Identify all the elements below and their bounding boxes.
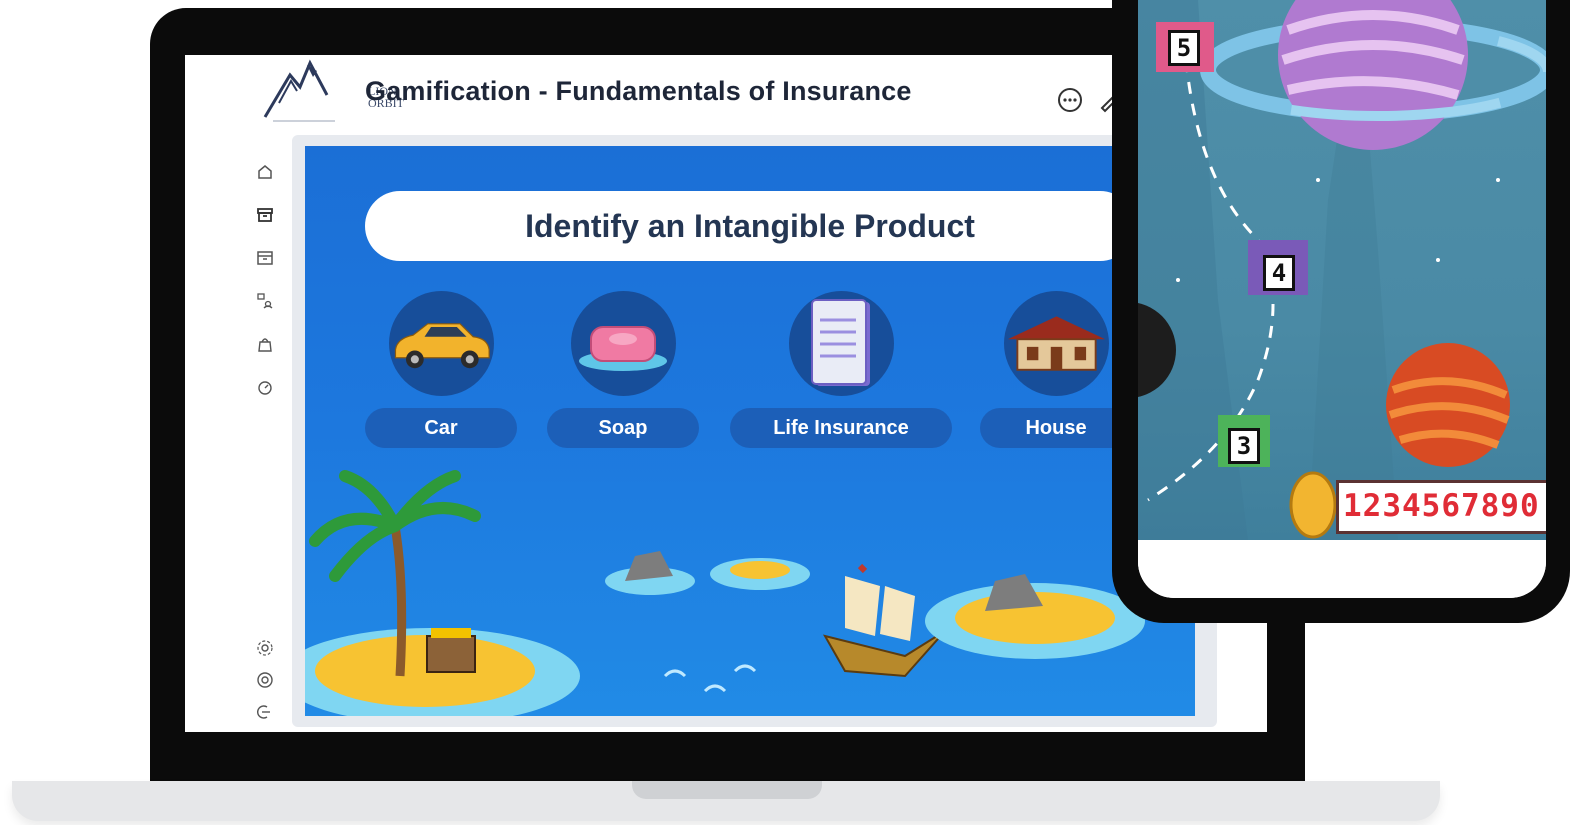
settings-icon[interactable] [254, 637, 276, 659]
dashboard-icon[interactable] [254, 376, 276, 398]
archive-icon[interactable] [254, 204, 276, 226]
logout-icon[interactable] [254, 701, 276, 723]
question-banner: Identify an Intangible Product [365, 191, 1135, 261]
question-text: Identify an Intangible Product [525, 207, 975, 244]
level-5-marker[interactable]: 5 [1168, 30, 1200, 66]
space-scene-illustration [1138, 0, 1546, 540]
phone-bottom-bar [1138, 540, 1546, 598]
option-label: Car [365, 408, 517, 448]
mountain-logo-icon [263, 59, 335, 122]
laptop-notch [632, 781, 822, 799]
score-value: 1234567890 [1343, 488, 1540, 524]
option-label: Life Insurance [730, 408, 952, 448]
phone-screen: 5 4 3 1234567890 [1138, 0, 1546, 598]
bag-icon[interactable] [254, 333, 276, 355]
option-car[interactable]: Car [365, 291, 517, 448]
users-switch-icon[interactable] [254, 290, 276, 312]
level-4-marker[interactable]: 4 [1263, 255, 1295, 291]
lion-orbit-logo[interactable]: LION ORBIT [255, 55, 404, 127]
help-icon[interactable] [254, 669, 276, 691]
space-game-canvas: 5 4 3 1234567890 [1138, 0, 1546, 540]
ocean-scene-illustration [305, 470, 1145, 716]
game-canvas: Identify an Intangible Product Car Soap … [305, 146, 1195, 716]
house-icon [1003, 291, 1109, 396]
soap-icon [570, 291, 676, 396]
app-header: LION ORBIT Gamification - Fundamentals o… [185, 55, 1267, 135]
chat-icon[interactable] [1055, 85, 1085, 115]
document-icon [788, 291, 894, 396]
sidebar [240, 135, 290, 725]
option-label: Soap [547, 408, 699, 448]
laptop-screen: LION ORBIT Gamification - Fundamentals o… [185, 55, 1267, 732]
home-icon[interactable] [254, 161, 276, 183]
option-label: House [980, 408, 1132, 448]
option-house[interactable]: House [980, 291, 1132, 448]
option-soap[interactable]: Soap [547, 291, 699, 448]
level-3-marker[interactable]: 3 [1228, 428, 1260, 464]
inbox-icon[interactable] [254, 247, 276, 269]
option-life-insurance[interactable]: Life Insurance [730, 291, 952, 448]
page-title: Gamification - Fundamentals of Insurance [365, 76, 912, 106]
car-icon [388, 291, 494, 396]
